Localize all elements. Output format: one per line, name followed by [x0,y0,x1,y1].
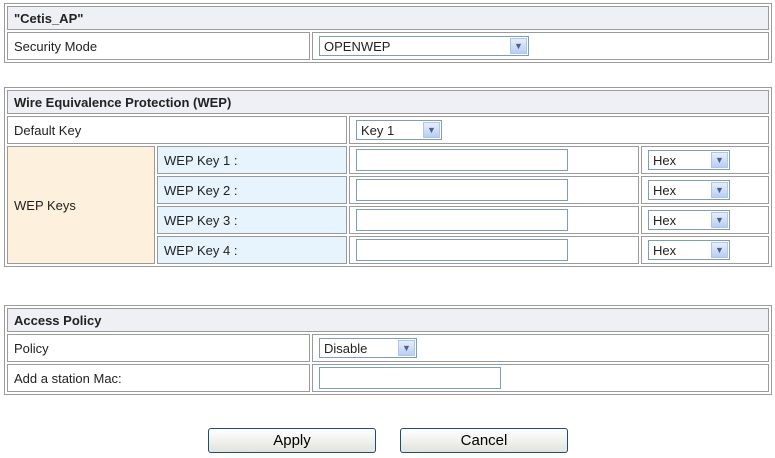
apply-button[interactable]: Apply [208,428,376,453]
wep-key-3-label: WEP Key 3 : [157,206,347,234]
chevron-down-icon[interactable]: ▼ [711,242,728,258]
station-mac-input[interactable] [319,367,501,389]
security-table: "Cetis_AP" Security Mode OPENWEP ▼ [4,3,772,63]
policy-label: Policy [7,334,310,362]
security-mode-select[interactable]: OPENWEP ▼ [319,36,529,56]
security-mode-label: Security Mode [7,32,310,60]
wep-key-3-input[interactable] [356,209,568,231]
chevron-down-icon[interactable]: ▼ [711,182,728,198]
chevron-down-icon[interactable]: ▼ [711,152,728,168]
chevron-down-icon[interactable]: ▼ [398,340,415,356]
wep-key-3-format-select[interactable]: Hex ▼ [648,210,730,230]
wep-key-1-format-cell: Hex ▼ [641,146,769,174]
wep-key-4-format-select[interactable]: Hex ▼ [648,240,730,260]
wep-key-2-format-cell: Hex ▼ [641,176,769,204]
wep-key-1-format-select[interactable]: Hex ▼ [648,150,730,170]
wep-key-4-format-value: Hex [653,242,677,258]
wep-key-3-cell [349,206,639,234]
default-key-select[interactable]: Key 1 ▼ [356,120,442,140]
access-policy-table: Access Policy Policy Disable ▼ Add a sta… [4,305,772,395]
ssid-header: "Cetis_AP" [7,6,769,30]
wep-key-4-format-cell: Hex ▼ [641,236,769,264]
chevron-down-icon[interactable]: ▼ [510,38,527,54]
security-mode-cell: OPENWEP ▼ [312,32,769,60]
wep-key-3-format-cell: Hex ▼ [641,206,769,234]
wep-header: Wire Equivalence Protection (WEP) [7,90,769,114]
default-key-cell: Key 1 ▼ [349,116,769,144]
policy-select[interactable]: Disable ▼ [319,338,417,358]
wep-key-4-label: WEP Key 4 : [157,236,347,264]
wep-key-2-format-value: Hex [653,182,677,198]
wep-key-4-cell [349,236,639,264]
wep-key-2-cell [349,176,639,204]
wep-key-1-input[interactable] [356,149,568,171]
wep-key-3-format-value: Hex [653,212,677,228]
wep-key-1-label: WEP Key 1 : [157,146,347,174]
station-mac-label: Add a station Mac: [7,364,310,392]
chevron-down-icon[interactable]: ▼ [711,212,728,228]
wep-key-4-input[interactable] [356,239,568,261]
cancel-button[interactable]: Cancel [400,428,568,453]
wep-key-2-label: WEP Key 2 : [157,176,347,204]
wep-key-2-format-select[interactable]: Hex ▼ [648,180,730,200]
default-key-value: Key 1 [361,122,395,138]
wep-key-1-cell [349,146,639,174]
wep-keys-label: WEP Keys [7,146,155,264]
wep-key-2-input[interactable] [356,179,568,201]
chevron-down-icon[interactable]: ▼ [423,122,440,138]
station-mac-cell [312,364,769,392]
policy-value: Disable [324,340,368,356]
access-policy-header: Access Policy [7,308,769,332]
default-key-label: Default Key [7,116,347,144]
policy-cell: Disable ▼ [312,334,769,362]
security-mode-value: OPENWEP [324,38,391,54]
wep-table: Wire Equivalence Protection (WEP) Defaul… [4,87,772,267]
wep-key-1-format-value: Hex [653,152,677,168]
